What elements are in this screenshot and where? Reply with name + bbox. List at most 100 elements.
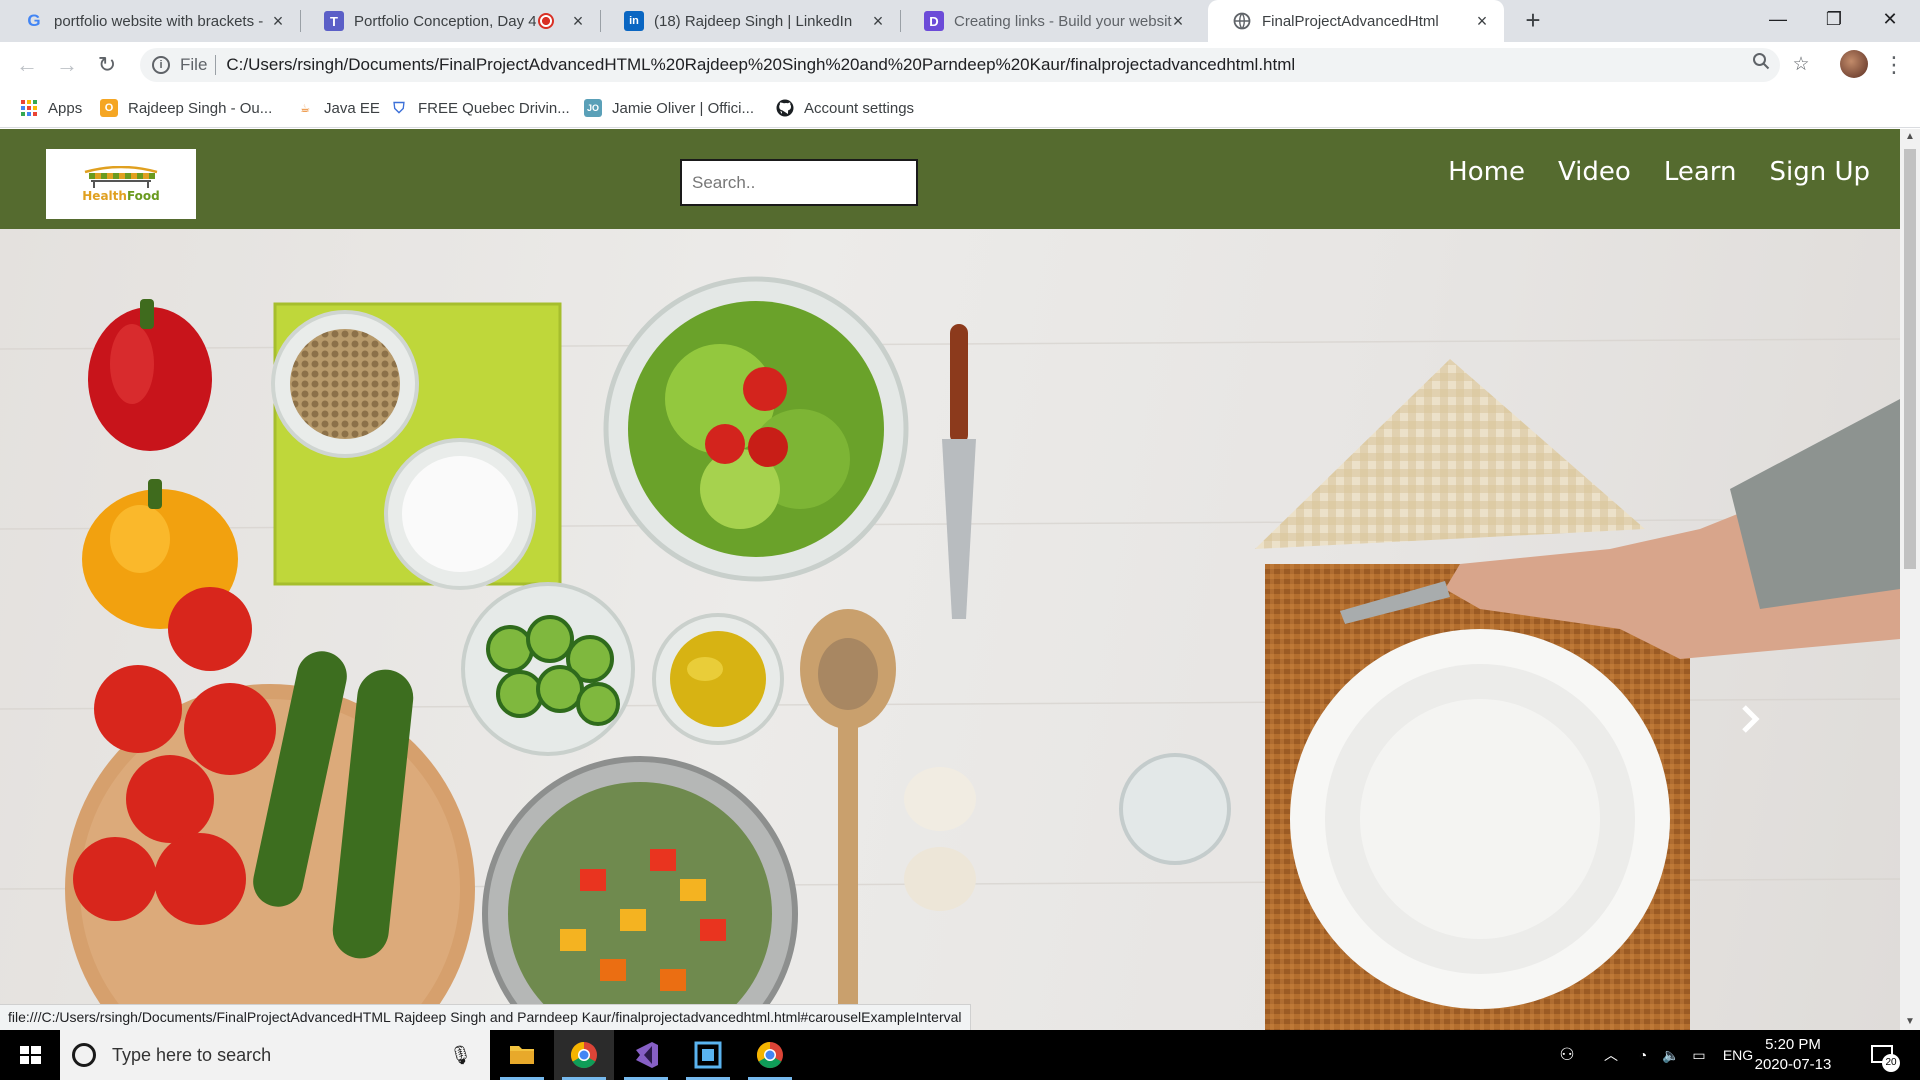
- nav-learn[interactable]: Learn: [1664, 157, 1737, 187]
- bookmark-label: Account settings: [804, 99, 915, 117]
- nav-video[interactable]: Video: [1558, 157, 1631, 187]
- site-navbar: HealthFood Home Video Learn Sign Up: [0, 129, 1900, 229]
- bookmark-account-settings[interactable]: Account settings: [776, 88, 914, 128]
- outlook-icon: O: [100, 99, 118, 117]
- tab-title: Portfolio Conception, Day 4: [354, 12, 536, 30]
- github-icon: [776, 99, 794, 117]
- notifications-icon[interactable]: 20: [1862, 1030, 1902, 1080]
- bookmark-outlook[interactable]: O Rajdeep Singh - Ou...: [100, 88, 272, 128]
- bookmark-star-icon[interactable]: ☆: [1786, 50, 1816, 80]
- browser-tab[interactable]: in (18) Rajdeep Singh | LinkedIn ×: [600, 0, 901, 42]
- browser-tab-active[interactable]: FinalProjectAdvancedHtml ×: [1208, 0, 1504, 42]
- google-g-icon: G: [27, 11, 41, 30]
- people-icon[interactable]: ⚇: [1552, 1030, 1582, 1080]
- browser-tab-strip: G portfolio website with brackets - × T …: [0, 0, 1920, 42]
- windows-logo-icon: [20, 1046, 41, 1064]
- teams-icon: T: [324, 11, 344, 31]
- address-bar[interactable]: i File C:/Users/rsingh/Documents/FinalPr…: [140, 48, 1780, 82]
- tab-title: (18) Rajdeep Singh | LinkedIn: [654, 12, 853, 30]
- file-explorer-app[interactable]: [492, 1030, 552, 1080]
- bookmark-label: Apps: [48, 99, 83, 117]
- site-logo[interactable]: HealthFood: [46, 149, 196, 219]
- page-scrollbar[interactable]: ▲ ▼: [1900, 129, 1920, 1030]
- recording-icon: [538, 13, 554, 29]
- site-search-input[interactable]: [680, 159, 918, 206]
- zoom-icon[interactable]: [1746, 50, 1776, 80]
- shield-icon: ⛉: [393, 99, 405, 117]
- minimize-button[interactable]: —: [1750, 0, 1806, 38]
- chrome-icon: [570, 1041, 597, 1069]
- link-status-bubble: file:///C:/Users/rsingh/Documents/FinalP…: [0, 1004, 971, 1030]
- hero-carousel: [0, 229, 1900, 1030]
- bookmark-jamie-oliver[interactable]: JO Jamie Oliver | Offici...: [584, 88, 754, 128]
- app-window-icon: [694, 1041, 722, 1069]
- tab-close-icon[interactable]: ×: [268, 11, 288, 31]
- system-clock[interactable]: 5:20 PM 2020-07-13: [1748, 1035, 1838, 1075]
- network-icon[interactable]: ◔: [1630, 1030, 1656, 1080]
- browser-menu-icon[interactable]: ⋮: [1882, 50, 1906, 80]
- reload-button[interactable]: ↻: [92, 50, 122, 80]
- linkedin-icon: in: [624, 11, 644, 31]
- browser-tab[interactable]: G portfolio website with brackets - ×: [0, 0, 301, 42]
- microphone-icon[interactable]: 🎙: [449, 1045, 472, 1066]
- tab-title: FinalProjectAdvancedHtml: [1262, 12, 1439, 30]
- windows-taskbar: Type here to search 🎙 ⚇ ︿ ◔ 🔈 ▭ ENG 5:20…: [0, 1030, 1920, 1080]
- tab-close-icon[interactable]: ×: [568, 11, 588, 31]
- notification-count: 20: [1882, 1054, 1900, 1072]
- tab-close-icon[interactable]: ×: [868, 11, 888, 31]
- carousel-next-icon[interactable]: [1730, 699, 1770, 739]
- visual-studio-icon: [636, 1042, 658, 1068]
- taskbar-search-box[interactable]: Type here to search 🎙: [60, 1030, 490, 1080]
- chrome-app-active[interactable]: [554, 1030, 614, 1080]
- url-scheme: File: [180, 55, 208, 74]
- tab-close-icon[interactable]: ×: [1168, 11, 1188, 31]
- scroll-up-icon[interactable]: ▲: [1900, 129, 1920, 145]
- info-icon[interactable]: i: [152, 56, 170, 74]
- back-button[interactable]: ←: [12, 50, 42, 80]
- windows-start-button[interactable]: [0, 1030, 60, 1080]
- show-hidden-icons-icon[interactable]: ︿: [1598, 1030, 1624, 1080]
- bookmark-quebec-driving[interactable]: ⛉ FREE Quebec Drivin...: [390, 88, 570, 128]
- browser-tab[interactable]: D Creating links - Build your websit ×: [900, 0, 1200, 42]
- restore-button[interactable]: ❐: [1806, 0, 1862, 38]
- new-tab-button[interactable]: +: [1518, 6, 1548, 36]
- logo-wordmark: HealthFood: [82, 188, 160, 203]
- browser-tab[interactable]: T Portfolio Conception, Day 4 ×: [300, 0, 601, 42]
- volume-icon[interactable]: 🔈: [1658, 1030, 1684, 1080]
- nav-home[interactable]: Home: [1448, 157, 1525, 187]
- browser-toolbar: ← → ↻ i File C:/Users/rsingh/Documents/F…: [0, 42, 1920, 88]
- jo-icon: JO: [584, 99, 602, 117]
- clock-time: 5:20 PM: [1765, 1036, 1821, 1053]
- bookmark-java-ee[interactable]: ☕ Java EE: [296, 88, 380, 128]
- url-text[interactable]: C:/Users/rsingh/Documents/FinalProjectAd…: [226, 55, 1606, 75]
- page-viewport: HealthFood Home Video Learn Sign Up: [0, 129, 1900, 1030]
- food-flatlay-image: [0, 276, 1900, 1030]
- tab-close-icon[interactable]: ×: [1472, 11, 1492, 31]
- scrollbar-thumb[interactable]: [1904, 149, 1916, 569]
- scroll-down-icon[interactable]: ▼: [1900, 1014, 1920, 1030]
- app-taskbar-item[interactable]: [678, 1030, 738, 1080]
- docs-d-icon: D: [924, 11, 944, 31]
- tab-title: Creating links - Build your websit: [954, 12, 1172, 30]
- bookmark-label: Java EE: [324, 99, 380, 117]
- taskbar-search-placeholder: Type here to search: [112, 1044, 272, 1065]
- market-stall-icon: [84, 165, 158, 188]
- close-window-button[interactable]: ✕: [1862, 0, 1918, 38]
- bookmark-label: Jamie Oliver | Offici...: [612, 99, 754, 117]
- bookmark-label: FREE Quebec Drivin...: [418, 99, 570, 117]
- cortana-icon: [72, 1043, 96, 1067]
- bookmark-label: Rajdeep Singh - Ou...: [128, 99, 273, 117]
- clock-date: 2020-07-13: [1754, 1056, 1832, 1073]
- nav-sign-up[interactable]: Sign Up: [1769, 157, 1870, 187]
- java-icon: ☕: [300, 102, 310, 115]
- chrome-app[interactable]: [740, 1030, 800, 1080]
- site-nav-links: Home Video Learn Sign Up: [1415, 157, 1870, 187]
- forward-button[interactable]: →: [52, 50, 82, 80]
- globe-icon: [1232, 11, 1252, 31]
- apps-grid-icon: [20, 99, 38, 117]
- bookmark-apps[interactable]: Apps: [20, 88, 82, 128]
- profile-avatar[interactable]: [1840, 50, 1868, 78]
- battery-icon[interactable]: ▭: [1686, 1030, 1712, 1080]
- tab-title: portfolio website with brackets -: [54, 12, 264, 30]
- visual-studio-app[interactable]: [616, 1030, 676, 1080]
